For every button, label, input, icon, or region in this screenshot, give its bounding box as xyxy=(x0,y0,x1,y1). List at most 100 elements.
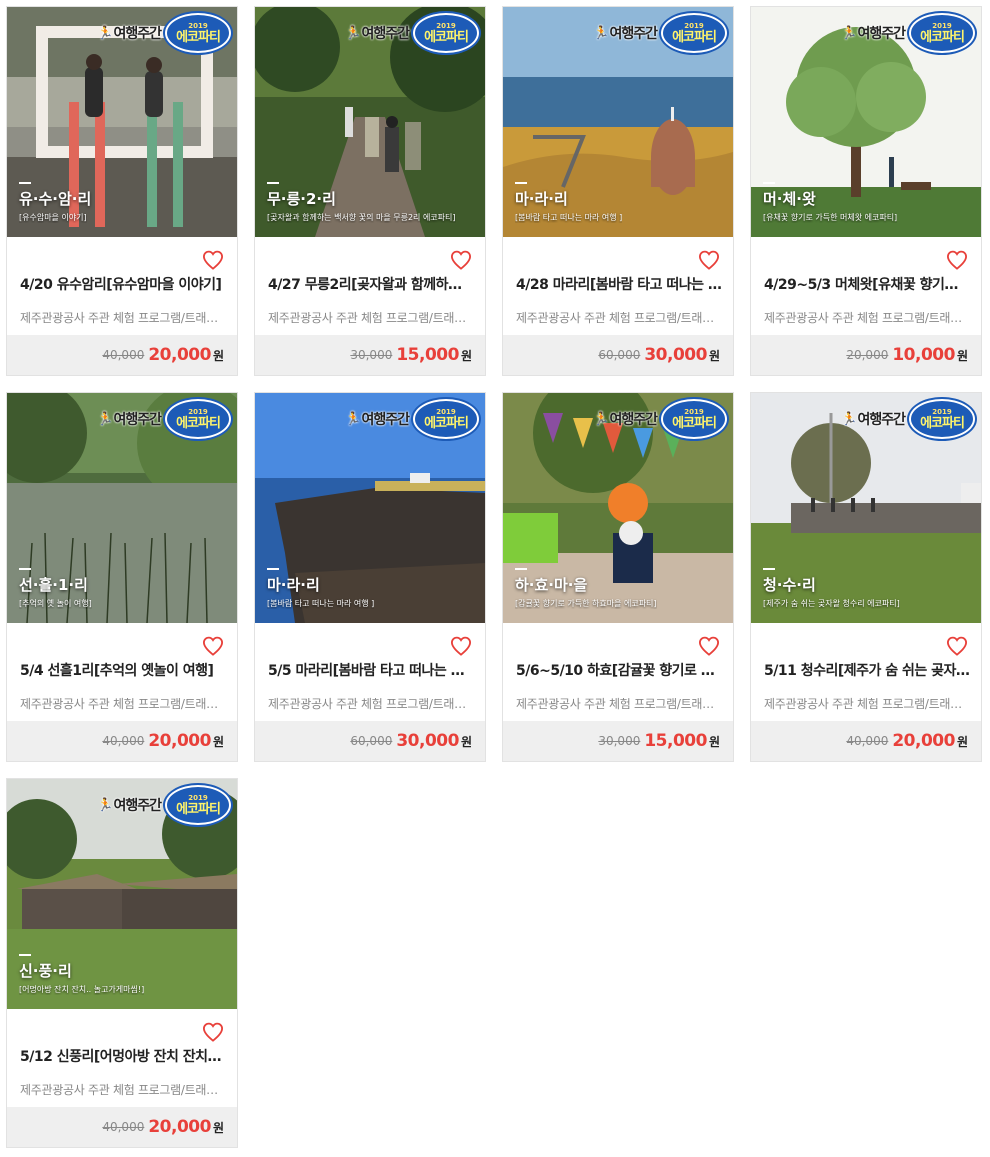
product-title[interactable]: 4/29~5/3 머체왓[유채꽃 향기로 가득한 머체왓] xyxy=(764,274,970,294)
village-caption: [어멍아방 잔치 잔치.. 놀고가게마씸!] xyxy=(19,985,145,994)
product-description: 제주관광공사 주관 체험 프로그램/트래블 에코파티 xyxy=(268,697,474,711)
village-name: 하·효·마·을 xyxy=(515,568,588,594)
travel-week-logo: 🏃 여행주간 xyxy=(345,25,410,43)
currency-label: 원 xyxy=(212,348,224,363)
product-description: 제주관광공사 주관 체험 프로그램/트래블 에코파티 xyxy=(516,311,722,325)
price-bar: 20,000 10,000 원 xyxy=(751,335,981,375)
heart-icon[interactable] xyxy=(698,636,720,656)
currency-label: 원 xyxy=(460,348,472,363)
village-caption: [봄바람 타고 떠나는 마라 여행 ] xyxy=(515,213,623,222)
product-thumbnail[interactable]: 🏃 여행주간 2019 에코파티 마·라·리 [봄바람 타고 떠나는 마라 여행 … xyxy=(255,393,485,623)
sale-price: 20,000 xyxy=(148,1117,211,1137)
heart-icon[interactable] xyxy=(698,250,720,270)
original-price: 40,000 xyxy=(102,734,145,748)
price-bar: 60,000 30,000 원 xyxy=(503,335,733,375)
product-title[interactable]: 5/6~5/10 하효[감귤꽃 향기로 가득한 하효마을] xyxy=(516,660,722,680)
travel-week-logo: 🏃 여행주간 xyxy=(593,25,658,43)
product-title[interactable]: 4/28 마라리[봄바람 타고 떠나는 마라 여행] xyxy=(516,274,722,294)
product-description: 제주관광공사 주관 체험 프로그램/트래블 에코파티 xyxy=(516,697,722,711)
product-thumbnail[interactable]: 🏃 여행주간 2019 에코파티 마·라·리 [봄바람 타고 떠나는 마라 여행 … xyxy=(503,7,733,237)
product-description: 제주관광공사 주관 체험 프로그램/트래블 에코파티 xyxy=(764,697,970,711)
heart-icon[interactable] xyxy=(202,636,224,656)
travel-week-logo: 🏃 여행주간 xyxy=(97,25,162,43)
travel-week-logo: 🏃 여행주간 xyxy=(345,411,410,429)
product-card[interactable]: 🏃 여행주간 2019 에코파티 무·릉·2·리 [곶자왈과 함께하는 백서향 꽃… xyxy=(254,6,486,376)
product-card[interactable]: 🏃 여행주간 2019 에코파티 하·효·마·을 [감귤꽃 향기로 가득한 하효마… xyxy=(502,392,734,762)
eco-party-badge: 2019 에코파티 xyxy=(165,13,231,53)
product-title[interactable]: 5/4 선흘1리[추억의 옛놀이 여행] xyxy=(20,660,226,680)
promo-logos: 🏃 여행주간 2019 에코파티 xyxy=(593,13,727,53)
price-bar: 40,000 20,000 원 xyxy=(751,721,981,761)
product-thumbnail[interactable]: 🏃 여행주간 2019 에코파티 유·수·암·리 [유수암마을 이야기] xyxy=(7,7,237,237)
promo-logos: 🏃 여행주간 2019 에코파티 xyxy=(841,13,975,53)
eco-party-badge: 2019 에코파티 xyxy=(165,785,231,825)
original-price: 40,000 xyxy=(102,348,145,362)
product-card[interactable]: 🏃 여행주간 2019 에코파티 유·수·암·리 [유수암마을 이야기] 4/20… xyxy=(6,6,238,376)
price-bar: 30,000 15,000 원 xyxy=(503,721,733,761)
village-name: 유·수·암·리 xyxy=(19,182,92,208)
product-thumbnail[interactable]: 🏃 여행주간 2019 에코파티 하·효·마·을 [감귤꽃 향기로 가득한 하효마… xyxy=(503,393,733,623)
village-name: 청·수·리 xyxy=(763,568,816,594)
product-title[interactable]: 4/20 유수암리[유수암마을 이야기] xyxy=(20,274,226,294)
product-card[interactable]: 🏃 여행주간 2019 에코파티 선·흘·1·리 [추억의 옛 놀이 여행] 5/… xyxy=(6,392,238,762)
village-caption: [제주가 숨 쉬는 곶자왈 청수리 에코파티] xyxy=(763,599,900,608)
price-bar: 30,000 15,000 원 xyxy=(255,335,485,375)
product-thumbnail[interactable]: 🏃 여행주간 2019 에코파티 청·수·리 [제주가 숨 쉬는 곶자왈 청수리 … xyxy=(751,393,981,623)
travel-week-logo: 🏃 여행주간 xyxy=(97,797,162,815)
product-thumbnail[interactable]: 🏃 여행주간 2019 에코파티 머·체·왓 [유채꽃 향기로 가득한 머체왓 에… xyxy=(751,7,981,237)
original-price: 20,000 xyxy=(846,348,889,362)
product-title[interactable]: 5/12 신풍리[어멍아방 잔치 잔치.. 놀고가게마씸!] xyxy=(20,1046,226,1066)
original-price: 30,000 xyxy=(350,348,393,362)
promo-logos: 🏃 여행주간 2019 에코파티 xyxy=(97,13,231,53)
product-card[interactable]: 🏃 여행주간 2019 에코파티 마·라·리 [봄바람 타고 떠나는 마라 여행 … xyxy=(502,6,734,376)
product-title[interactable]: 4/27 무릉2리[곶자왈과 함께하는 백서향 꽃의 마을] xyxy=(268,274,474,294)
original-price: 40,000 xyxy=(102,1120,145,1134)
sale-price: 10,000 xyxy=(892,345,955,365)
currency-label: 원 xyxy=(460,734,472,749)
currency-label: 원 xyxy=(956,734,968,749)
original-price: 30,000 xyxy=(598,734,641,748)
product-title[interactable]: 5/5 마라리[봄바람 타고 떠나는 마라 여행] xyxy=(268,660,474,680)
heart-icon[interactable] xyxy=(202,1022,224,1042)
village-name: 신·풍·리 xyxy=(19,954,72,980)
sale-price: 20,000 xyxy=(148,731,211,751)
currency-label: 원 xyxy=(212,1120,224,1135)
village-caption: [봄바람 타고 떠나는 마라 여행 ] xyxy=(267,599,375,608)
village-name: 마·라·리 xyxy=(515,182,568,208)
travel-week-logo: 🏃 여행주간 xyxy=(841,411,906,429)
product-card[interactable]: 🏃 여행주간 2019 에코파티 청·수·리 [제주가 숨 쉬는 곶자왈 청수리 … xyxy=(750,392,982,762)
promo-logos: 🏃 여행주간 2019 에코파티 xyxy=(593,399,727,439)
village-name: 선·흘·1·리 xyxy=(19,568,88,594)
promo-logos: 🏃 여행주간 2019 에코파티 xyxy=(345,13,479,53)
heart-icon[interactable] xyxy=(450,636,472,656)
product-thumbnail[interactable]: 🏃 여행주간 2019 에코파티 무·릉·2·리 [곶자왈과 함께하는 백서향 꽃… xyxy=(255,7,485,237)
sale-price: 15,000 xyxy=(644,731,707,751)
heart-icon[interactable] xyxy=(946,250,968,270)
currency-label: 원 xyxy=(708,734,720,749)
product-card[interactable]: 🏃 여행주간 2019 에코파티 신·풍·리 [어멍아방 잔치 잔치.. 놀고가게… xyxy=(6,778,238,1148)
village-caption: [추억의 옛 놀이 여행] xyxy=(19,599,92,608)
product-title[interactable]: 5/11 청수리[제주가 숨 쉬는 곶자왈 청수리] xyxy=(764,660,970,680)
travel-week-logo: 🏃 여행주간 xyxy=(593,411,658,429)
heart-icon[interactable] xyxy=(450,250,472,270)
promo-logos: 🏃 여행주간 2019 에코파티 xyxy=(345,399,479,439)
product-description: 제주관광공사 주관 체험 프로그램/트래블 에코파티 xyxy=(20,311,226,325)
village-caption: [유수암마을 이야기] xyxy=(19,213,87,222)
eco-party-badge: 2019 에코파티 xyxy=(413,13,479,53)
product-description: 제주관광공사 주관 체험 프로그램/트래블 에코파티 xyxy=(268,311,474,325)
product-thumbnail[interactable]: 🏃 여행주간 2019 에코파티 선·흘·1·리 [추억의 옛 놀이 여행] xyxy=(7,393,237,623)
product-thumbnail[interactable]: 🏃 여행주간 2019 에코파티 신·풍·리 [어멍아방 잔치 잔치.. 놀고가게… xyxy=(7,779,237,1009)
heart-icon[interactable] xyxy=(946,636,968,656)
price-bar: 40,000 20,000 원 xyxy=(7,1107,237,1147)
sale-price: 30,000 xyxy=(396,731,459,751)
sale-price: 20,000 xyxy=(892,731,955,751)
product-card[interactable]: 🏃 여행주간 2019 에코파티 머·체·왓 [유채꽃 향기로 가득한 머체왓 에… xyxy=(750,6,982,376)
product-card[interactable]: 🏃 여행주간 2019 에코파티 마·라·리 [봄바람 타고 떠나는 마라 여행 … xyxy=(254,392,486,762)
promo-logos: 🏃 여행주간 2019 에코파티 xyxy=(97,399,231,439)
currency-label: 원 xyxy=(212,734,224,749)
heart-icon[interactable] xyxy=(202,250,224,270)
price-bar: 40,000 20,000 원 xyxy=(7,335,237,375)
promo-logos: 🏃 여행주간 2019 에코파티 xyxy=(841,399,975,439)
village-caption: [곶자왈과 함께하는 백서향 꽃의 마을 무릉2리 에코파티] xyxy=(267,213,456,222)
product-description: 제주관광공사 주관 체험 프로그램/트래블 에코파티 xyxy=(764,311,970,325)
